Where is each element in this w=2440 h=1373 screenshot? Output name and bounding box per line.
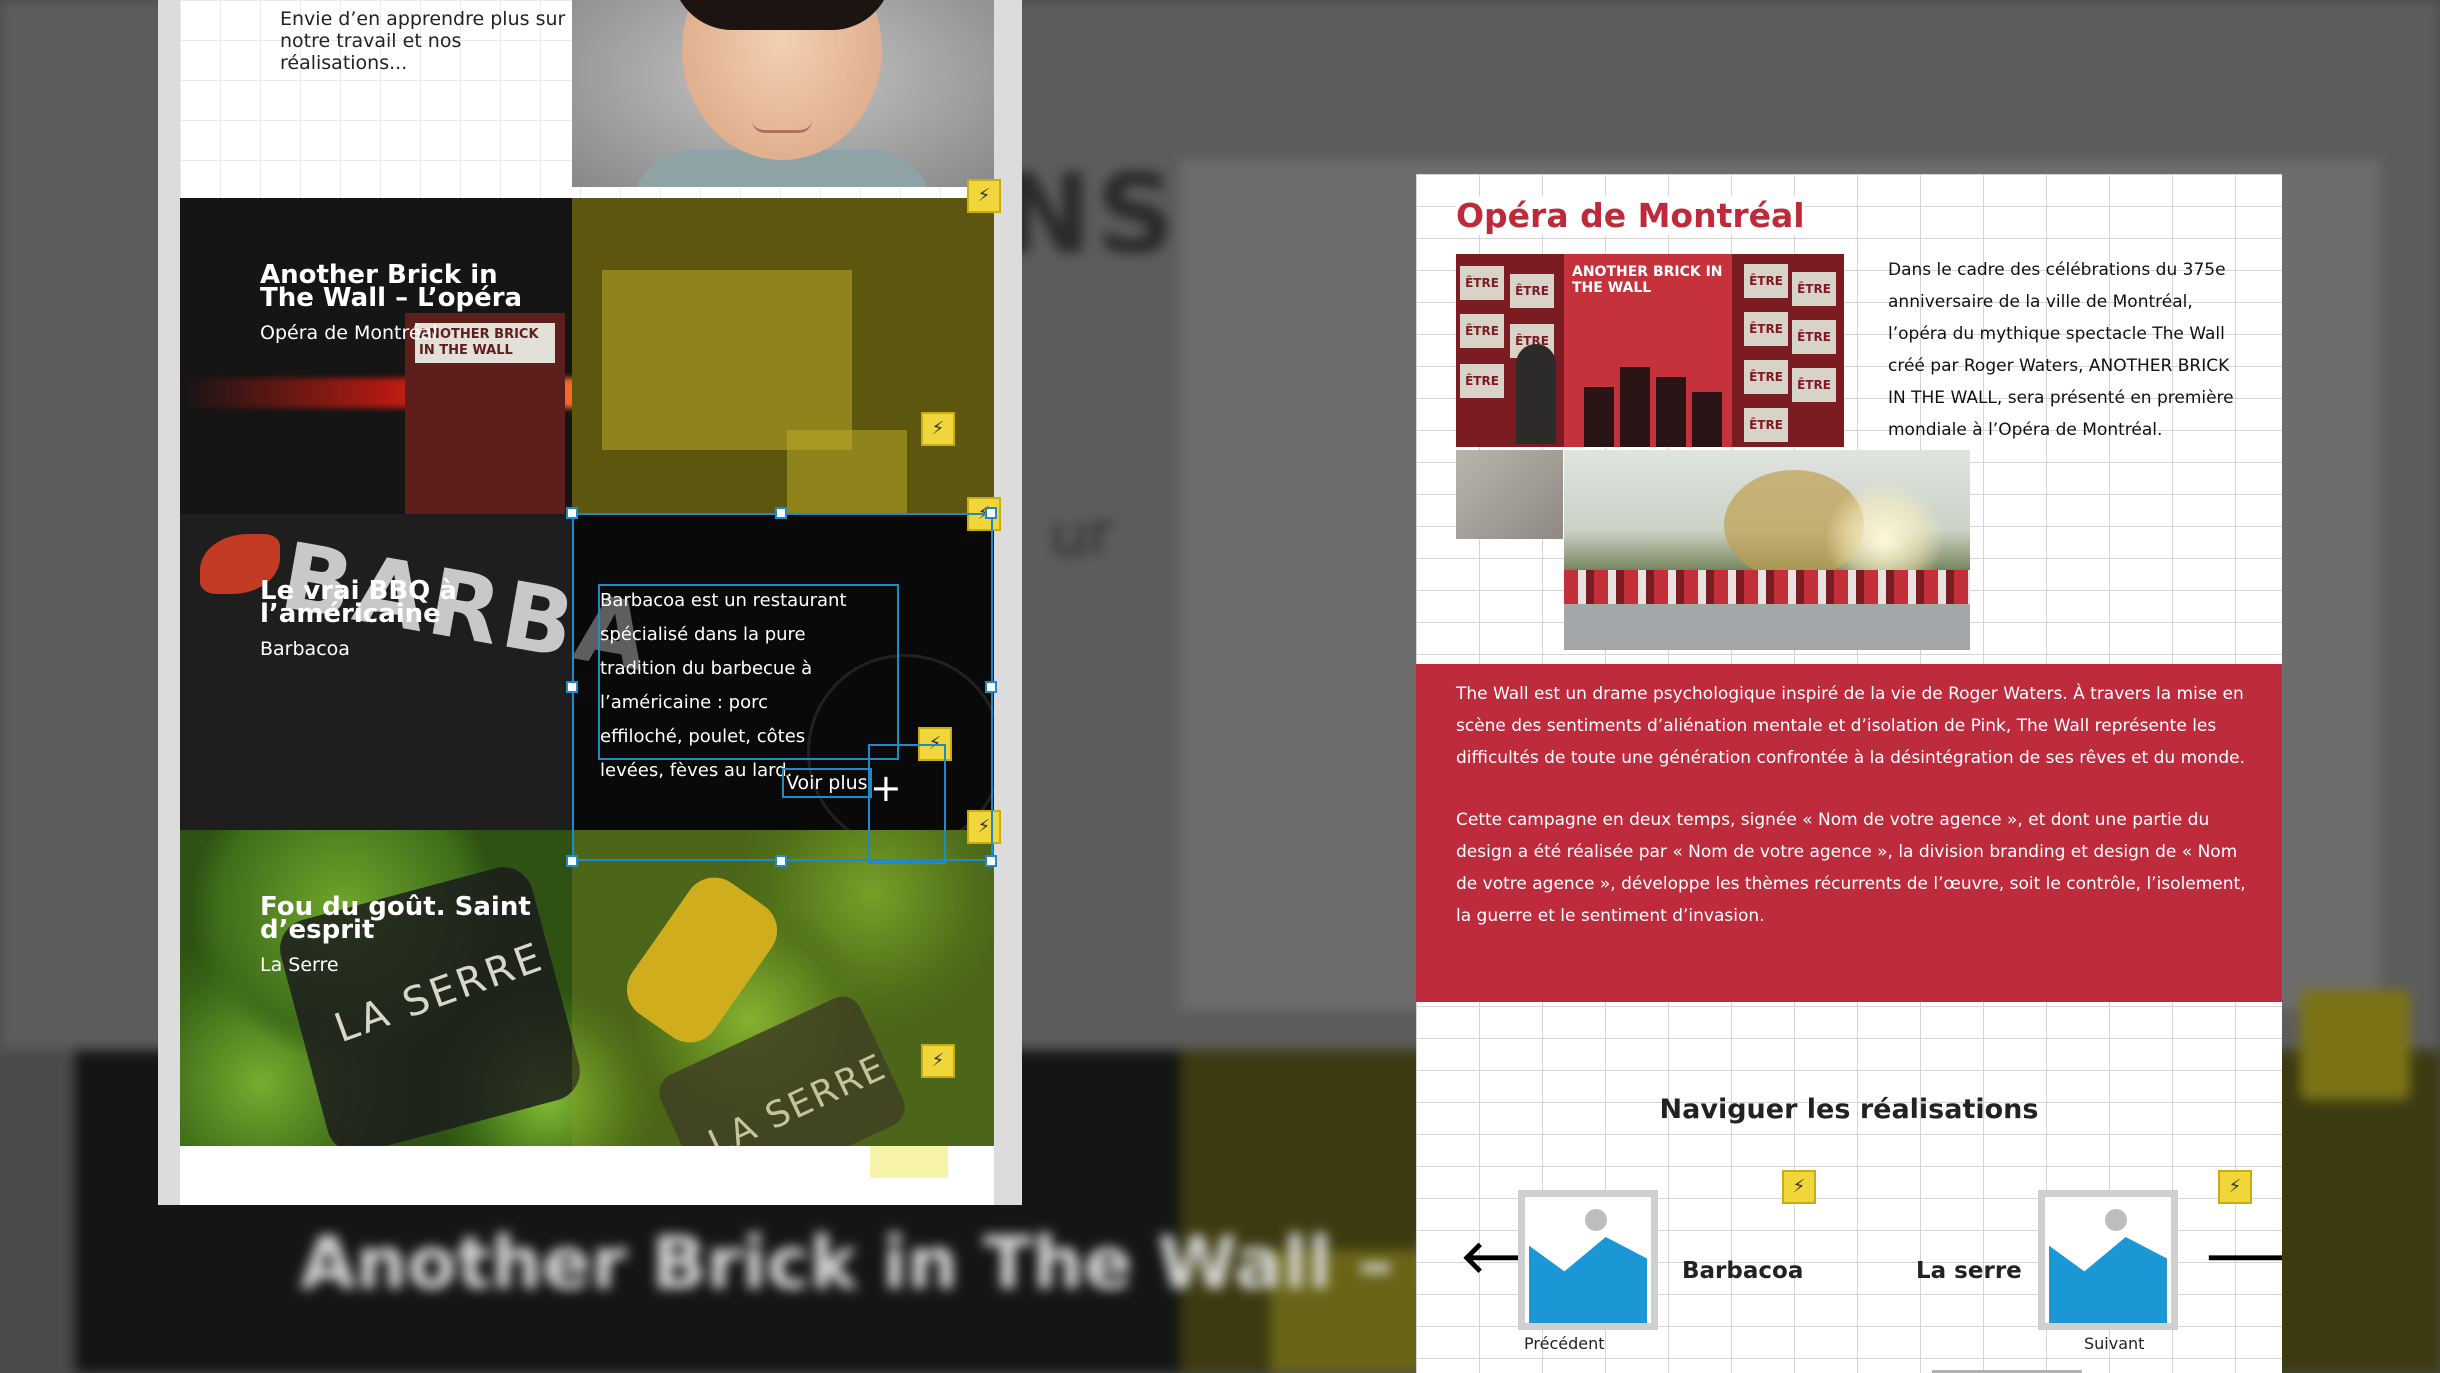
poster-building xyxy=(1620,367,1650,447)
resize-handle-br[interactable] xyxy=(985,855,997,867)
kid-mouth xyxy=(752,120,812,133)
poster-hoarding xyxy=(1564,570,1970,604)
project-detail-title: Opéra de Montréal xyxy=(1456,196,1805,235)
poster-tile: ÊTRE xyxy=(1744,264,1788,298)
project-title: Another Brick in The Wall – L’opéra xyxy=(260,260,523,313)
project-la-serre-overlay: LA SERRE xyxy=(572,830,994,1146)
lightning-bolt-icon[interactable]: ⚡ xyxy=(921,412,955,446)
bg-lightning-bolt-icon xyxy=(2300,990,2410,1100)
light-overlay xyxy=(572,830,994,1146)
resize-handle-t[interactable] xyxy=(775,507,787,519)
poster-tile: ÊTRE xyxy=(1792,272,1836,306)
next-project-name[interactable]: La serre xyxy=(1916,1258,2022,1284)
project-title: Fou du goût. Saint d’esprit xyxy=(260,892,531,945)
street-road xyxy=(1564,608,1970,650)
prev-thumbnail[interactable] xyxy=(1518,1190,1658,1330)
street-poster-image xyxy=(1564,450,1970,650)
poster-building xyxy=(1692,392,1722,447)
stone-texture-image xyxy=(1456,450,1563,539)
poster-building xyxy=(1656,377,1686,447)
project-opera-overlay xyxy=(572,198,994,514)
poster-tile: ÊTRE xyxy=(1460,266,1504,300)
opera-poster-center: ANOTHER BRICK IN THE WALL xyxy=(1564,254,1732,447)
lightning-bolt-icon[interactable]: ⚡ xyxy=(1782,1170,1816,1204)
bg-big-title: NS xyxy=(1000,150,1180,278)
barbacoa-description: Barbacoa est un restaurant spécialisé da… xyxy=(600,590,847,781)
image-placeholder-icon xyxy=(1585,1209,1607,1231)
intro-text: Envie d’en apprendre plus sur notre trav… xyxy=(280,8,566,74)
lightning-bolt-icon[interactable]: ⚡ xyxy=(921,1044,955,1078)
poster-title: ANOTHER BRICK IN THE WALL xyxy=(1572,264,1723,296)
resize-handle-tr[interactable] xyxy=(985,507,997,519)
poster-tile: ÊTRE xyxy=(1510,274,1554,308)
story-paragraph: The Wall est un drame psychologique insp… xyxy=(1456,684,2245,768)
poster-building xyxy=(1584,387,1614,447)
left-footer xyxy=(180,1146,994,1205)
resize-handle-l[interactable] xyxy=(566,681,578,693)
poster-tile: ÊTRE xyxy=(1744,312,1788,346)
yellow-block xyxy=(602,270,852,450)
image-placeholder-mountain xyxy=(1529,1237,1647,1323)
image-placeholder-icon xyxy=(2105,1209,2127,1231)
prev-label[interactable]: Précédent xyxy=(1524,1334,1605,1353)
resize-handle-bl[interactable] xyxy=(566,855,578,867)
child-portrait-image xyxy=(572,0,994,187)
poster-tile: ÊTRE xyxy=(1460,314,1504,348)
lightning-bolt-icon[interactable]: ⚡ xyxy=(2218,1170,2252,1204)
poster-tile: ÊTRE xyxy=(1460,364,1504,398)
poster-tile: ÊTRE xyxy=(1792,368,1836,402)
prev-project-name[interactable]: Barbacoa xyxy=(1682,1258,1803,1284)
project-client: Barbacoa xyxy=(260,638,350,660)
yellow-block-small xyxy=(787,430,907,514)
poster-tile: ÊTRE xyxy=(1792,320,1836,354)
poster-tile: ÊTRE xyxy=(1744,408,1788,442)
next-label[interactable]: Suivant xyxy=(2084,1334,2144,1353)
project-row-la-serre[interactable]: LA SERRE LA SERRE Fou du goût. Saint d’e… xyxy=(180,830,994,1146)
arrow-right-icon[interactable]: 🡒 xyxy=(2204,1236,2282,1280)
next-thumbnail[interactable] xyxy=(2038,1190,2178,1330)
project-row-opera[interactable]: ANOTHER BRICK IN THE WALL Another Brick … xyxy=(180,198,994,514)
bg-subtitle-fragment: ur xyxy=(1050,500,1113,570)
project-detail-description: Dans le cadre des célébrations du 375e a… xyxy=(1888,260,2234,440)
lightning-bolt-icon[interactable]: ⚡ xyxy=(967,179,1001,213)
passerby-silhouette xyxy=(1516,344,1556,444)
resize-handle-b[interactable] xyxy=(775,855,787,867)
project-client: Opéra de Montréal xyxy=(260,322,438,344)
project-client: La Serre xyxy=(260,954,339,976)
right-detail-panel: Opéra de Montréal ÊTRE ÊTRE ÊTRE ÊTRE ÊT… xyxy=(1416,174,2282,1373)
voir-plus-button[interactable]: Voir plus xyxy=(782,768,872,798)
resize-handle-r[interactable] xyxy=(985,681,997,693)
nav-section-title: Naviguer les réalisations xyxy=(1659,1094,2039,1125)
project-opera-image: ANOTHER BRICK IN THE WALL xyxy=(180,198,880,514)
project-barbacoa-image: BARBA xyxy=(180,514,660,830)
project-title: Le vrai BBQ à l’américaine xyxy=(260,576,457,629)
poster-wall-image: ÊTRE ÊTRE ÊTRE ÊTRE ÊTRE ANOTHER BRICK I… xyxy=(1456,254,1844,447)
footer-highlight xyxy=(870,1146,948,1178)
project-story-band: The Wall est un drame psychologique insp… xyxy=(1416,664,2282,1002)
story-paragraph: Cette campagne en deux temps, signée « N… xyxy=(1456,810,2246,926)
plus-icon[interactable]: + xyxy=(870,769,902,807)
image-placeholder-mountain xyxy=(2049,1237,2167,1323)
resize-handle-tl[interactable] xyxy=(566,507,578,519)
poster-tile: ÊTRE xyxy=(1744,360,1788,394)
